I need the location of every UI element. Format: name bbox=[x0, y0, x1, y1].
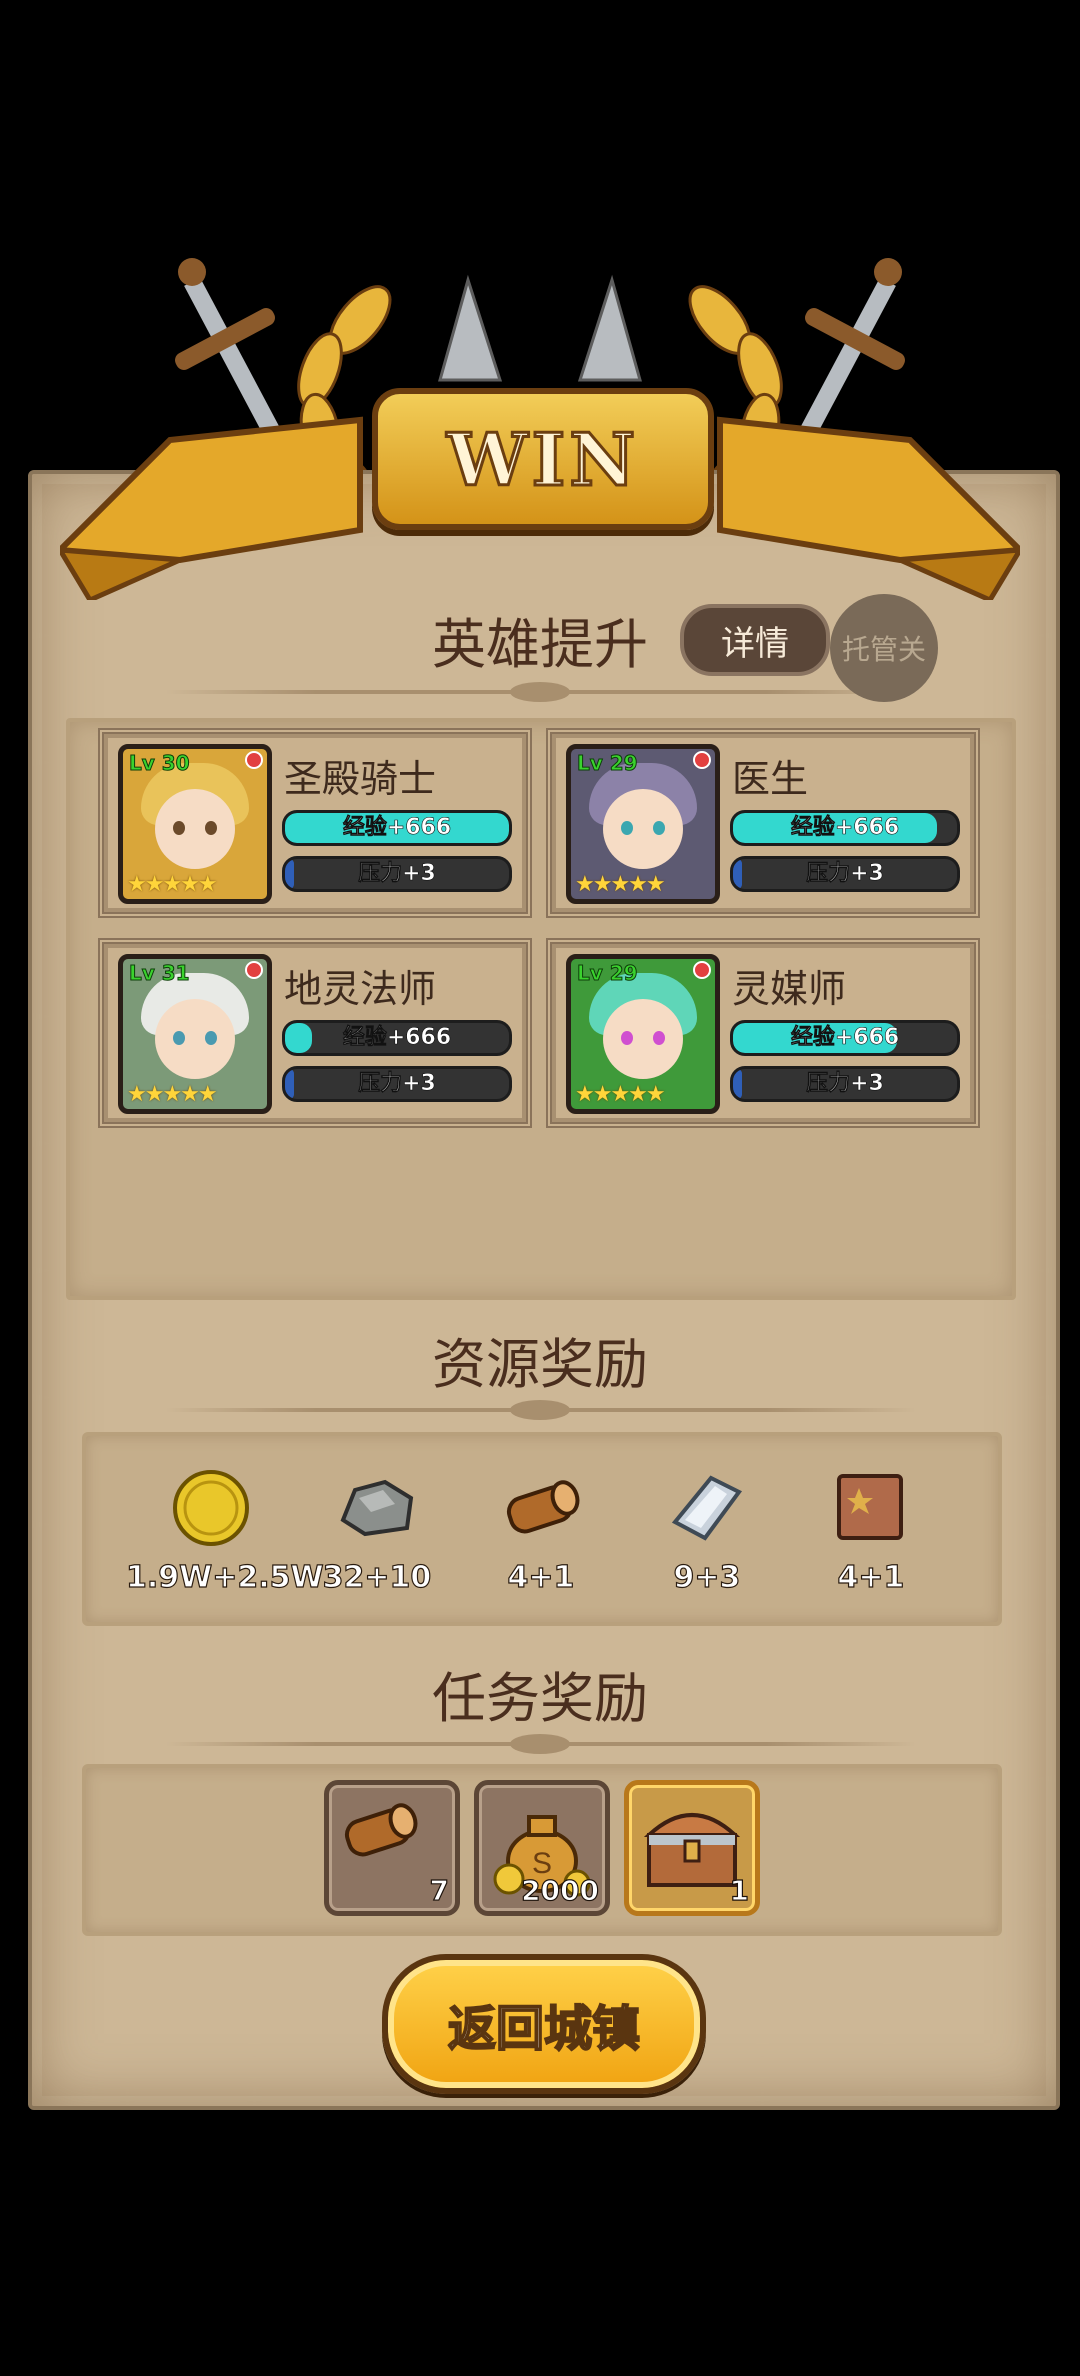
stress-bar-label: 压力+3 bbox=[358, 1071, 436, 1097]
stress-bar-label: 压力+3 bbox=[806, 861, 884, 887]
iron-ingot-icon bbox=[665, 1468, 749, 1548]
exp-bar: 经验+666 bbox=[282, 810, 512, 846]
exp-bar: 经验+666 bbox=[282, 1020, 512, 1056]
divider-ornament bbox=[510, 682, 570, 702]
hero-level: Lv 29 bbox=[577, 961, 639, 986]
hero-card[interactable]: Lv 29 ★★★★★ 医生 经验+666 压力+3 bbox=[546, 728, 980, 918]
hero-portrait[interactable]: Lv 30 ★★★★★ bbox=[118, 744, 272, 904]
resource-item[interactable]: 4+1 bbox=[456, 1460, 626, 1610]
task-reward-count: 2000 bbox=[520, 1873, 599, 1907]
divider-ornament bbox=[510, 1400, 570, 1420]
hero-card[interactable]: Lv 30 ★★★★★ 圣殿骑士 经验+666 压力+3 bbox=[98, 728, 532, 918]
notification-dot-icon bbox=[693, 751, 711, 769]
resource-amount: 1.9W+2.5W bbox=[125, 1559, 324, 1595]
resource-amount: 9+3 bbox=[673, 1559, 741, 1595]
exp-bar-label: 经验+666 bbox=[342, 1025, 452, 1051]
hero-eye bbox=[173, 1031, 185, 1045]
hero-stars: ★★★★★ bbox=[575, 872, 666, 897]
hero-name: 医生 bbox=[732, 757, 809, 801]
divider-ornament bbox=[510, 1734, 570, 1754]
hero-stars: ★★★★★ bbox=[127, 872, 218, 897]
win-title: WIN bbox=[445, 415, 640, 503]
hero-eye bbox=[205, 1031, 217, 1045]
hero-eye bbox=[205, 821, 217, 835]
resource-amount: 4+1 bbox=[837, 1559, 905, 1595]
exp-bar: 经验+666 bbox=[730, 810, 960, 846]
exp-bar-label: 经验+666 bbox=[790, 815, 900, 841]
exp-bar-label: 经验+666 bbox=[342, 815, 452, 841]
resource-item[interactable]: 1.9W+2.5W bbox=[125, 1460, 324, 1610]
stress-bar-label: 压力+3 bbox=[358, 861, 436, 887]
hero-card[interactable]: Lv 29 ★★★★★ 灵媒师 经验+666 压力+3 bbox=[546, 938, 980, 1128]
hero-level: Lv 30 bbox=[129, 751, 191, 776]
hero-name: 灵媒师 bbox=[732, 967, 847, 1011]
resource-amount: 32+10 bbox=[322, 1559, 432, 1595]
spear-icon bbox=[577, 274, 642, 382]
task-reward-item[interactable]: S 2000 bbox=[474, 1780, 610, 1916]
stress-bar: 压力+3 bbox=[730, 1066, 960, 1102]
leather-icon bbox=[829, 1468, 913, 1548]
hero-stars: ★★★★★ bbox=[575, 1082, 666, 1107]
ore-icon bbox=[335, 1468, 419, 1548]
notification-dot-icon bbox=[245, 961, 263, 979]
task-reward-count: 7 bbox=[429, 1873, 450, 1907]
resource-item[interactable]: 32+10 bbox=[292, 1460, 462, 1610]
win-banner: WIN bbox=[372, 388, 714, 530]
hero-face bbox=[155, 789, 235, 869]
hero-level: Lv 29 bbox=[577, 751, 639, 776]
return-to-town-button[interactable]: 返回城镇 bbox=[382, 1954, 706, 2094]
task-reward-count: 1 bbox=[729, 1873, 750, 1907]
auto-battle-button[interactable]: 托管关 bbox=[830, 594, 938, 702]
hero-card[interactable]: Lv 31 ★★★★★ 地灵法师 经验+666 压力+3 bbox=[98, 938, 532, 1128]
wood-log-icon bbox=[337, 1791, 421, 1875]
hero-portrait[interactable]: Lv 29 ★★★★★ bbox=[566, 744, 720, 904]
spear-icon bbox=[438, 274, 503, 382]
hero-eye bbox=[621, 1031, 633, 1045]
hero-stars: ★★★★★ bbox=[127, 1082, 218, 1107]
hero-face bbox=[603, 789, 683, 869]
notification-dot-icon bbox=[693, 961, 711, 979]
hero-level: Lv 31 bbox=[129, 961, 191, 986]
hero-face bbox=[155, 999, 235, 1079]
return-to-town-label: 返回城镇 bbox=[447, 2000, 641, 2058]
stress-bar: 压力+3 bbox=[282, 1066, 512, 1102]
wood-log-icon bbox=[499, 1468, 583, 1548]
hero-face bbox=[603, 999, 683, 1079]
hero-portrait[interactable]: Lv 29 ★★★★★ bbox=[566, 954, 720, 1114]
hero-eye bbox=[653, 1031, 665, 1045]
hero-name: 地灵法师 bbox=[284, 967, 437, 1011]
hero-portrait[interactable]: Lv 31 ★★★★★ bbox=[118, 954, 272, 1114]
task-reward-item[interactable]: 7 bbox=[324, 1780, 460, 1916]
notification-dot-icon bbox=[245, 751, 263, 769]
exp-bar: 经验+666 bbox=[730, 1020, 960, 1056]
resource-item[interactable]: 9+3 bbox=[622, 1460, 792, 1610]
hero-eye bbox=[621, 821, 633, 835]
details-button[interactable]: 详情 bbox=[680, 604, 830, 676]
gold-coin-icon bbox=[169, 1468, 253, 1548]
stress-bar: 压力+3 bbox=[730, 856, 960, 892]
hero-name: 圣殿骑士 bbox=[284, 757, 437, 801]
hero-eye bbox=[653, 821, 665, 835]
task-reward-item[interactable]: 1 bbox=[624, 1780, 760, 1916]
stress-bar-label: 压力+3 bbox=[806, 1071, 884, 1097]
hero-eye bbox=[173, 821, 185, 835]
resource-item[interactable]: 4+1 bbox=[786, 1460, 956, 1610]
task-section-title: 任务奖励 bbox=[432, 1669, 648, 1729]
stress-bar: 压力+3 bbox=[282, 856, 512, 892]
exp-bar-label: 经验+666 bbox=[790, 1025, 900, 1051]
resource-amount: 4+1 bbox=[507, 1559, 575, 1595]
resource-section-title: 资源奖励 bbox=[432, 1335, 648, 1395]
